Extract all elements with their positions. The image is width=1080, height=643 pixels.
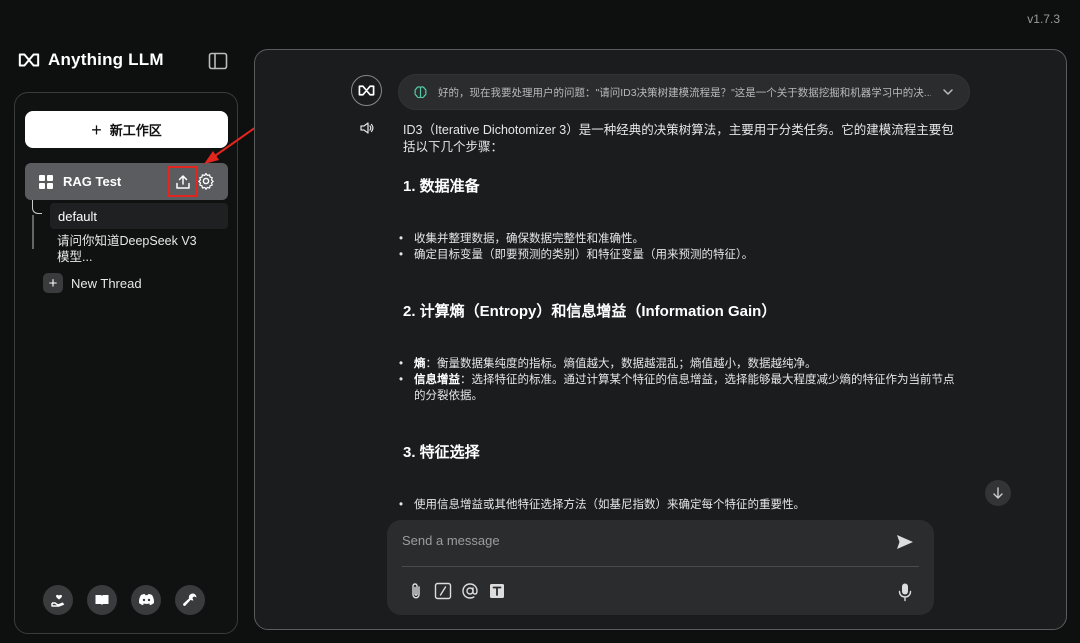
hand-heart-icon	[51, 594, 65, 607]
list-item: 使用信息增益或其他特征选择方法（如基尼指数）来确定每个特征的重要性。	[399, 497, 963, 513]
upload-icon	[175, 174, 190, 189]
attach-button[interactable]	[407, 582, 425, 600]
slash-command-icon	[434, 582, 452, 600]
at-sign-icon	[462, 583, 478, 599]
sidebar-footer	[43, 585, 205, 615]
community-hub-button[interactable]	[43, 585, 73, 615]
brand: Anything LLM	[18, 50, 164, 70]
discord-icon	[138, 594, 154, 606]
thread-connector	[32, 200, 42, 214]
new-thread-label: New Thread	[71, 275, 142, 291]
brain-icon	[414, 85, 427, 98]
section-heading: 1. 数据准备	[403, 178, 480, 195]
speaker-icon[interactable]	[359, 120, 375, 136]
message-input[interactable]	[402, 530, 882, 550]
thread-connector-line	[32, 215, 34, 249]
list-item: 熵：衡量数据集纯度的指标。熵值越大，数据越混乱；熵值越小，数据越纯净。	[399, 356, 963, 372]
workspace-item-rag-test[interactable]: RAG Test	[25, 163, 228, 200]
gear-icon[interactable]	[197, 172, 215, 190]
chat-panel: 好的，现在我要处理用户的问题："请问ID3决策树建模流程是？"这是一个关于数据挖…	[254, 49, 1067, 630]
arrow-down-icon	[993, 487, 1003, 499]
assistant-avatar	[351, 75, 382, 106]
workspace-grid-icon	[39, 174, 53, 189]
message-composer	[387, 520, 934, 615]
chevron-down-icon[interactable]	[941, 85, 955, 99]
thread-item-default[interactable]: default	[50, 203, 228, 229]
docs-button[interactable]	[87, 585, 117, 615]
section-heading: 2. 计算熵（Entropy）和信息增益（Information Gain）	[403, 303, 777, 320]
microphone-icon[interactable]	[896, 582, 914, 602]
new-workspace-label: 新工作区	[109, 123, 162, 138]
wrench-icon	[183, 593, 197, 606]
paperclip-icon	[412, 583, 420, 599]
new-workspace-button[interactable]: + 新工作区	[25, 111, 228, 148]
section-list: 收集并整理数据，确保数据完整性和准确性。 确定目标变量（即要预测的类别）和特征变…	[399, 231, 963, 263]
sidebar: + 新工作区 RAG Test default 请问你知道DeepSeek V3…	[14, 92, 238, 634]
message-intro: ID3（Iterative Dichotomizer 3）是一种经典的决策树算法…	[403, 123, 954, 154]
plus-icon: +	[43, 273, 63, 293]
new-thread-button[interactable]: + New Thread	[43, 273, 142, 293]
brand-name: Anything LLM	[48, 50, 164, 69]
list-item: 确定目标变量（即要预测的类别）和特征变量（用来预测的特征）。	[399, 247, 963, 263]
workspace-name: RAG Test	[63, 174, 122, 189]
anything-llm-logo-icon	[358, 85, 375, 96]
text-size-button[interactable]	[488, 582, 506, 600]
assistant-message: ID3（Iterative Dichotomizer 3）是一种经典的决策树算法…	[399, 122, 963, 553]
text-format-icon	[490, 584, 504, 598]
send-icon[interactable]	[895, 532, 915, 552]
settings-button[interactable]	[175, 585, 205, 615]
section-list: 使用信息增益或其他特征选择方法（如基尼指数）来确定每个特征的重要性。	[399, 497, 963, 513]
discord-button[interactable]	[131, 585, 161, 615]
section-list: 熵：衡量数据集纯度的指标。熵值越大，数据越混乱；熵值越小，数据越纯净。 信息增益…	[399, 356, 963, 404]
thread-item-deepseek[interactable]: 请问你知道DeepSeek V3模型...	[57, 233, 197, 265]
composer-divider	[402, 566, 919, 567]
scroll-to-bottom-button[interactable]	[985, 480, 1011, 506]
plus-icon: +	[91, 119, 102, 140]
list-item: 信息增益：选择特征的标准。通过计算某个特征的信息增益，选择能够最大程度减少熵的特…	[399, 372, 963, 404]
slash-command-button[interactable]	[434, 582, 452, 600]
agent-mention-button[interactable]	[461, 582, 479, 600]
section-heading: 3. 特征选择	[403, 444, 480, 461]
sidebar-toggle-icon[interactable]	[208, 52, 228, 70]
upload-document-button[interactable]	[168, 166, 197, 197]
thought-chain-bar[interactable]: 好的，现在我要处理用户的问题："请问ID3决策树建模流程是？"这是一个关于数据挖…	[398, 74, 970, 110]
version-label: v1.7.3	[1027, 12, 1060, 26]
list-item: 收集并整理数据，确保数据完整性和准确性。	[399, 231, 963, 247]
book-open-icon	[95, 595, 109, 606]
anything-llm-logo-icon	[18, 53, 40, 67]
thought-text: 好的，现在我要处理用户的问题："请问ID3决策树建模流程是？"这是一个关于数据挖…	[438, 86, 931, 99]
composer-tools	[407, 582, 506, 600]
